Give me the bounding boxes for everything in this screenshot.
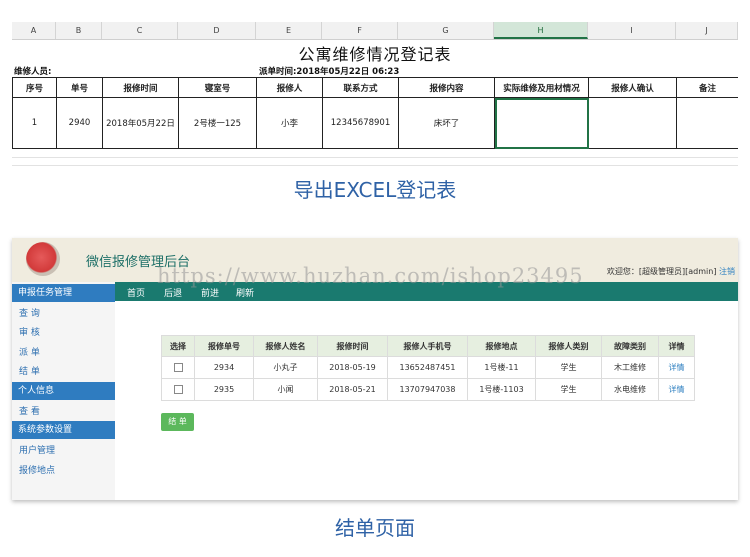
table-cell: 学生 — [535, 378, 602, 401]
detail-link[interactable]: 详情 — [669, 363, 685, 372]
header-phone: 报修人手机号 — [387, 335, 468, 357]
table-cell: 小闻 — [253, 378, 318, 401]
header-cell[interactable]: 寝室号 — [178, 77, 257, 98]
col-header-j[interactable]: J — [676, 22, 738, 39]
sheet-title: 公寓维修情况登记表 — [298, 45, 452, 64]
detail-cell: 详情 — [658, 378, 695, 401]
col-header-b[interactable]: B — [56, 22, 102, 39]
finish-order-button[interactable]: 结 单 — [161, 413, 194, 431]
column-header-row: A B C D E F G H I J — [12, 22, 738, 40]
col-header-i[interactable]: I — [588, 22, 676, 39]
order-table: 选择 报修单号 报修人姓名 报修时间 报修人手机号 报修地点 报修人类别 故障类… — [161, 335, 695, 401]
sidebar-section-settings[interactable]: 系统参数设置 — [12, 421, 115, 439]
welcome-user: 欢迎您：[超级管理员][admin] — [606, 267, 717, 276]
sidebar-item-users[interactable]: 用户管理 — [19, 443, 55, 456]
row-checkbox[interactable] — [173, 363, 183, 372]
header-cell[interactable]: 报修人确认 — [588, 77, 677, 98]
col-header-c[interactable]: C — [102, 22, 178, 39]
table-cell[interactable] — [588, 97, 677, 149]
col-header-f[interactable]: F — [322, 22, 398, 39]
table-cell[interactable]: 12345678901 — [322, 97, 399, 149]
table-cell[interactable]: 2018年05月22日 — [102, 97, 179, 149]
admin-screenshot: 微信报修管理后台 欢迎您：[超级管理员][admin] 注销 申报任务管理 查 … — [12, 238, 738, 500]
sidebar: 申报任务管理 查 询 审 核 派 单 结 单 个人信息 查 看 系统参数设置 用… — [12, 282, 115, 500]
header-select: 选择 — [161, 335, 195, 357]
header-order-no: 报修单号 — [194, 335, 254, 357]
watermark-text: https://www.huzhan.com/ishop23495 — [157, 264, 584, 288]
caption-export: 导出EXCEL登记表 — [293, 178, 457, 202]
table-cell: 小丸子 — [253, 356, 318, 379]
col-header-h[interactable]: H — [494, 22, 588, 39]
table-cell[interactable]: 1 — [12, 97, 57, 149]
excel-sheet: A B C D E F G H I J 公寓维修情况登记表 维修人员: 派单时间… — [12, 22, 738, 168]
sidebar-item-close[interactable]: 结 单 — [19, 364, 40, 377]
table-cell: 2018-05-21 — [317, 378, 388, 401]
sidebar-item-locations[interactable]: 报修地点 — [19, 463, 55, 476]
header-cell[interactable]: 报修人 — [256, 77, 323, 98]
caption-finish: 结单页面 — [335, 516, 415, 540]
header-name: 报修人姓名 — [253, 335, 318, 357]
header-time: 报修时间 — [317, 335, 388, 357]
sidebar-section-tasks[interactable]: 申报任务管理 — [12, 284, 115, 302]
sidebar-section-profile[interactable]: 个人信息 — [12, 382, 115, 400]
table-header-row: 序号 单号 报修时间 寝室号 报修人 联系方式 报修内容 实际维修及用材情况 报… — [12, 77, 738, 98]
col-header-g[interactable]: G — [398, 22, 494, 39]
col-header-d[interactable]: D — [178, 22, 256, 39]
header-cell[interactable]: 序号 — [12, 77, 57, 98]
table-cell: 木工维修 — [601, 356, 659, 379]
table-cell[interactable]: 床坏了 — [398, 97, 495, 149]
table-cell: 2018-05-19 — [317, 356, 388, 379]
header-detail: 详情 — [658, 335, 695, 357]
main-content: 选择 报修单号 报修人姓名 报修时间 报修人手机号 报修地点 报修人类别 故障类… — [115, 301, 738, 500]
sidebar-item-view[interactable]: 查 看 — [19, 404, 40, 417]
header-cell[interactable]: 备注 — [676, 77, 738, 98]
header-location: 报修地点 — [467, 335, 536, 357]
table-cell: 1号楼-1103 — [467, 378, 536, 401]
table-cell: 1号楼-11 — [467, 356, 536, 379]
table-cell: 2934 — [194, 356, 254, 379]
repairer-label: 维修人员: — [14, 67, 52, 77]
table-cell: 学生 — [535, 356, 602, 379]
sidebar-item-query[interactable]: 查 询 — [19, 306, 40, 319]
dispatch-time: 派单时间:2018年05月22日 06:23 — [259, 67, 400, 77]
table-cell[interactable] — [676, 97, 738, 149]
col-header-a[interactable]: A — [12, 22, 56, 39]
register-table: 序号 单号 报修时间 寝室号 报修人 联系方式 报修内容 实际维修及用材情况 报… — [12, 77, 738, 149]
table-row: 2934 小丸子 2018-05-19 13652487451 1号楼-11 学… — [161, 356, 695, 379]
row-checkbox-cell — [161, 378, 195, 401]
nav-home[interactable]: 首页 — [127, 286, 145, 299]
col-header-e[interactable]: E — [256, 22, 322, 39]
sidebar-item-review[interactable]: 审 核 — [19, 325, 40, 338]
header-user-type: 报修人类别 — [535, 335, 602, 357]
header-cell[interactable]: 单号 — [56, 77, 103, 98]
detail-cell: 详情 — [658, 356, 695, 379]
header-cell[interactable]: 报修时间 — [102, 77, 179, 98]
selected-cell[interactable] — [494, 97, 589, 149]
header-fault-type: 故障类别 — [601, 335, 659, 357]
table-cell: 13707947038 — [387, 378, 468, 401]
table-cell[interactable]: 2940 — [56, 97, 103, 149]
row-checkbox-cell — [161, 356, 195, 379]
table-cell[interactable]: 小李 — [256, 97, 323, 149]
header-cell[interactable]: 实际维修及用材情况 — [494, 77, 589, 98]
sidebar-item-dispatch[interactable]: 派 单 — [19, 345, 40, 358]
grid-line — [12, 165, 738, 166]
header-cell[interactable]: 联系方式 — [322, 77, 399, 98]
logo-icon — [26, 242, 60, 276]
welcome-text: 欢迎您：[超级管理员][admin] 注销 — [607, 266, 735, 277]
table-row: 2935 小闻 2018-05-21 13707947038 1号楼-1103 … — [161, 378, 695, 401]
table-cell: 13652487451 — [387, 356, 468, 379]
grid-line — [12, 157, 738, 158]
table-header-row: 选择 报修单号 报修人姓名 报修时间 报修人手机号 报修地点 报修人类别 故障类… — [161, 335, 695, 357]
header-cell[interactable]: 报修内容 — [398, 77, 495, 98]
logout-link[interactable]: 注销 — [719, 267, 735, 276]
table-cell[interactable]: 2号楼一125 — [178, 97, 257, 149]
detail-link[interactable]: 详情 — [669, 385, 685, 394]
table-row: 1 2940 2018年05月22日 2号楼一125 小李 1234567890… — [12, 97, 738, 149]
table-cell: 2935 — [194, 378, 254, 401]
row-checkbox[interactable] — [173, 385, 183, 394]
table-cell: 水电维修 — [601, 378, 659, 401]
